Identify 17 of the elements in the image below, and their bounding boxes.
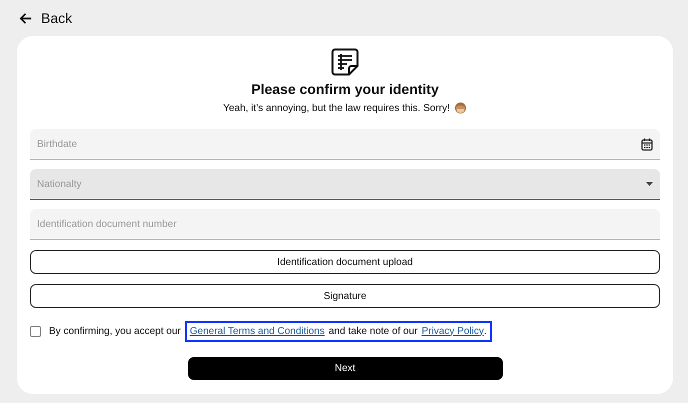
back-button[interactable]: Back (18, 6, 72, 30)
next-button[interactable]: Next (188, 357, 502, 380)
page-title: Please confirm your identity (251, 81, 439, 97)
consent-text: . (484, 326, 487, 336)
outline-button[interactable]: Identification document upload (30, 250, 660, 274)
consent-text: and take note of our (328, 326, 418, 336)
calendar-icon[interactable] (641, 138, 653, 150)
consent-text: By confirming, you accept our (49, 326, 181, 336)
back-arrow-icon[interactable] (18, 10, 33, 26)
terms-link[interactable]: General Terms and Conditions (190, 326, 325, 336)
caret-icon (646, 182, 653, 186)
dropdown-field: Nationalty (30, 169, 660, 200)
subtitle-text: Yeah, it’s annoying, but the law requires this. Sorry! (223, 102, 450, 114)
privacy-link[interactable]: Privacy Policy (422, 326, 484, 336)
document-icon (331, 48, 359, 76)
checkbox[interactable] (30, 326, 41, 336)
outline-button[interactable]: Signature (30, 284, 660, 308)
